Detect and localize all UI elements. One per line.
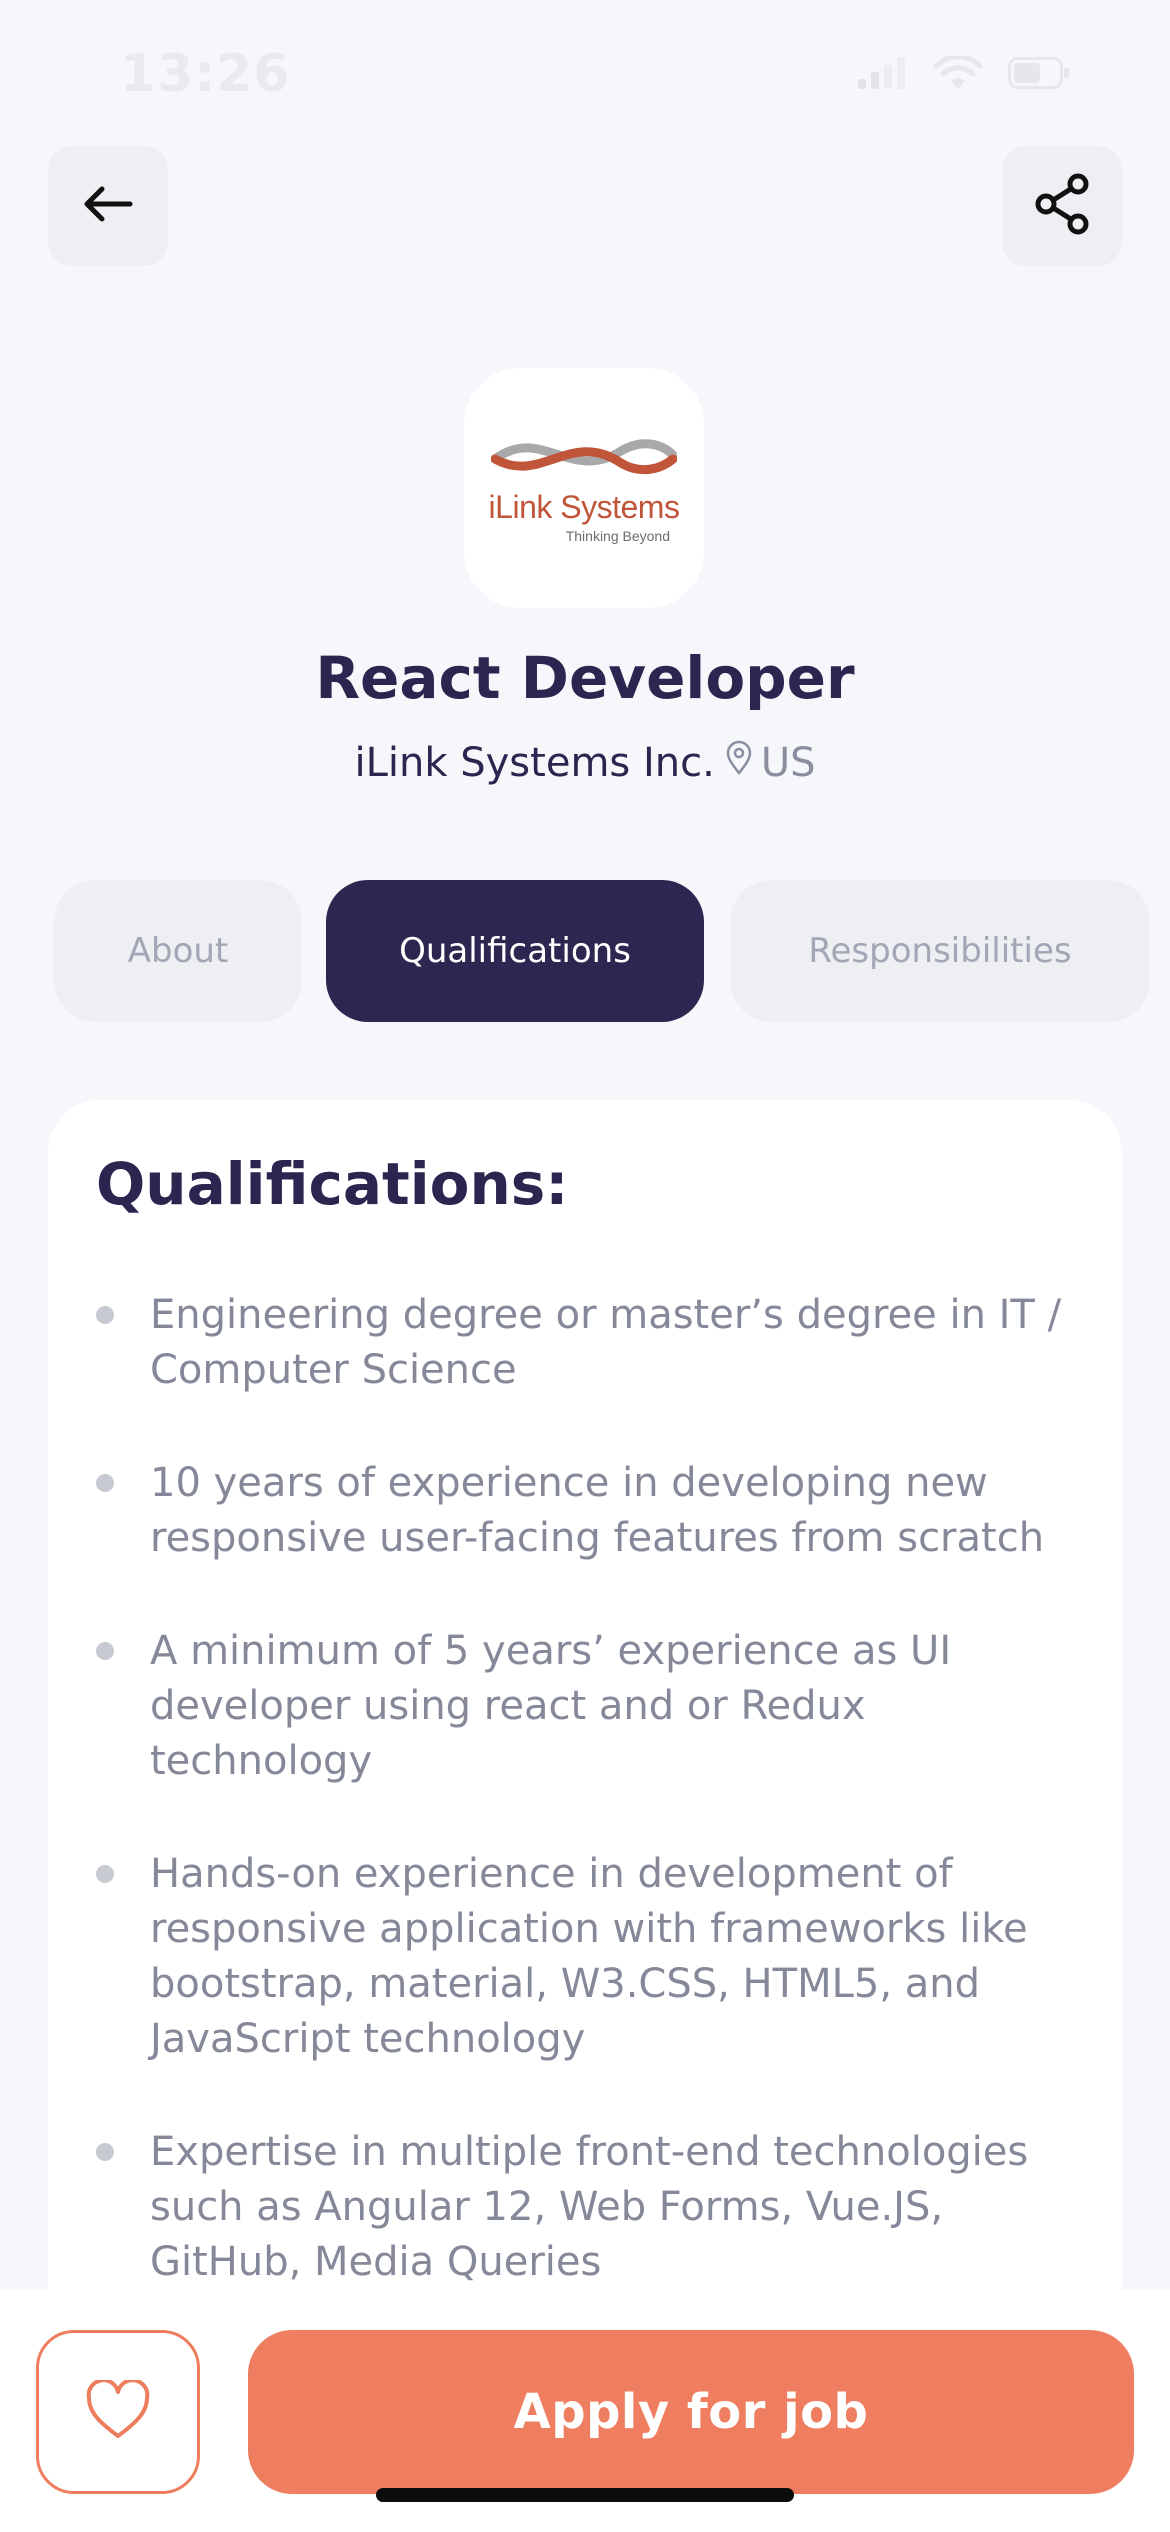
list-item-text: Hands-on experience in development of re… [150,1851,1028,2062]
status-icons [858,56,1070,90]
list-item-text: Expertise in multiple front-end technolo… [150,2129,1029,2285]
list-item-text: Engineering degree or master’s degree in… [150,1292,1062,1393]
location-pin-icon [725,740,753,786]
section-title: Qualifications: [96,1150,569,1218]
favorite-button[interactable] [36,2330,200,2494]
heart-icon [85,2378,151,2444]
list-item: Engineering degree or master’s degree in… [96,1288,1096,1398]
job-title: React Developer [315,644,855,712]
tab-qualifications[interactable]: Qualifications [326,880,704,1022]
bullet-icon [96,1306,114,1324]
company-logo: iLink Systems Thinking Beyond [464,368,704,608]
signal-icon [858,57,908,89]
status-time: 13:26 [120,44,291,104]
bullet-icon [96,1474,114,1492]
list-item: 10 years of experience in developing new… [96,1456,1096,1566]
job-location: US [725,740,816,786]
back-button[interactable] [48,146,168,266]
apply-button[interactable]: Apply for job [248,2330,1134,2494]
list-item-text: 10 years of experience in developing new… [150,1460,1045,1561]
bullet-icon [96,1642,114,1660]
bullet-icon [96,2143,114,2161]
list-item: Expertise in multiple front-end technolo… [96,2125,1096,2290]
tab-responsibilities[interactable]: Responsibilities [730,880,1150,1022]
back-arrow-icon [82,184,134,228]
qualifications-list: Engineering degree or master’s degree in… [96,1288,1096,2348]
list-item: Hands-on experience in development of re… [96,1847,1096,2067]
logo-swoosh-graphic [491,438,677,474]
share-icon [1033,173,1091,239]
list-item: A minimum of 5 years’ experience as UI d… [96,1624,1096,1789]
location-label: US [760,740,816,786]
share-button[interactable] [1002,146,1122,266]
company-row: iLink Systems Inc. US [0,740,1170,786]
list-item-text: A minimum of 5 years’ experience as UI d… [150,1628,952,1784]
company-name: iLink Systems Inc. [354,740,715,786]
battery-icon [1008,57,1070,89]
logo-wordmark: iLink Systems [488,488,680,525]
home-indicator [376,2488,794,2502]
status-bar: 13:26 [0,0,1170,150]
tab-bar: About Qualifications Responsibilities [0,880,1170,1022]
wifi-icon [934,56,982,90]
logo-tagline: Thinking Beyond [565,527,670,544]
bullet-icon [96,1865,114,1883]
tab-about[interactable]: About [54,880,302,1022]
